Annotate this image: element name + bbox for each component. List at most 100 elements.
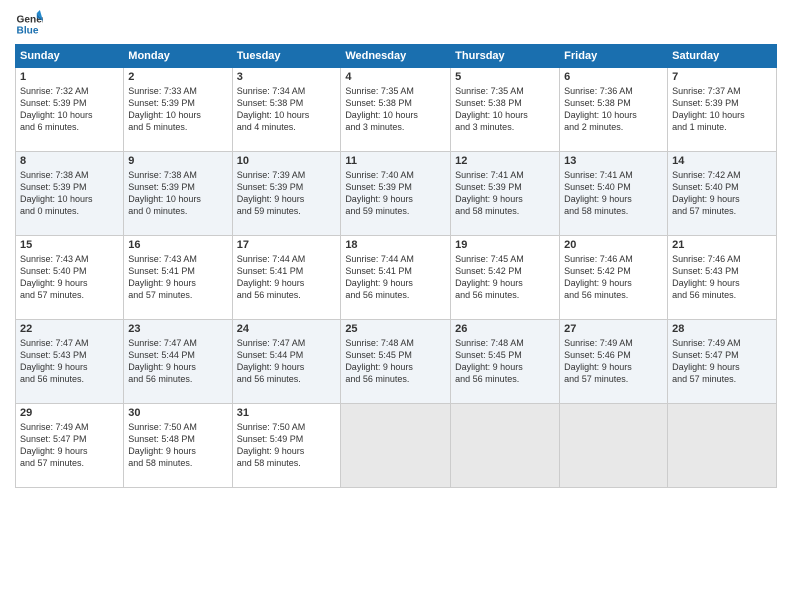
day-info: Sunrise: 7:47 AM Sunset: 5:43 PM Dayligh… [20,337,119,386]
day-info: Sunrise: 7:42 AM Sunset: 5:40 PM Dayligh… [672,169,772,218]
day-cell: 25Sunrise: 7:48 AM Sunset: 5:45 PM Dayli… [341,320,451,404]
day-cell: 17Sunrise: 7:44 AM Sunset: 5:41 PM Dayli… [232,236,341,320]
day-number: 24 [237,323,337,335]
week-row-5: 29Sunrise: 7:49 AM Sunset: 5:47 PM Dayli… [16,404,777,488]
day-number: 14 [672,155,772,167]
day-cell: 16 Sunrise: 7:43 AM Sunset: 5:41 PM Dayli… [124,236,232,320]
day-number: 1 [20,71,119,83]
day-number: 10 [237,155,337,167]
day-info: Sunrise: 7:41 AM Sunset: 5:39 PM Dayligh… [455,169,555,218]
day-number: 28 [672,323,772,335]
day-info: Sunrise: 7:49 AM Sunset: 5:47 PM Dayligh… [672,337,772,386]
col-header-wednesday: Wednesday [341,45,451,68]
day-number: 22 [20,323,119,335]
day-number: 16 [128,239,227,251]
day-info: Sunrise: 7:45 AM Sunset: 5:42 PM Dayligh… [455,253,555,302]
day-cell: 19Sunrise: 7:45 AM Sunset: 5:42 PM Dayli… [451,236,560,320]
day-number: 18 [345,239,446,251]
day-cell: 4 Sunrise: 7:35 AM Sunset: 5:38 PM Daylig… [341,68,451,152]
day-info: Sunrise: 7:47 AM Sunset: 5:44 PM Dayligh… [128,337,227,386]
day-cell: 3 Sunrise: 7:34 AM Sunset: 5:38 PM Daylig… [232,68,341,152]
day-info: Sunrise: 7:34 AM Sunset: 5:38 PM Dayligh… [237,85,337,134]
day-number: 6 [564,71,663,83]
day-info: Sunrise: 7:32 AM Sunset: 5:39 PM Dayligh… [20,85,119,134]
svg-text:Blue: Blue [17,25,39,36]
day-info: Sunrise: 7:47 AM Sunset: 5:44 PM Dayligh… [237,337,337,386]
day-cell: 6 Sunrise: 7:36 AM Sunset: 5:38 PM Daylig… [560,68,668,152]
day-number: 23 [128,323,227,335]
day-cell: 8 Sunrise: 7:38 AM Sunset: 5:39 PM Daylig… [16,152,124,236]
day-info: Sunrise: 7:38 AM Sunset: 5:39 PM Dayligh… [20,169,119,218]
day-info: Sunrise: 7:44 AM Sunset: 5:41 PM Dayligh… [345,253,446,302]
day-info: Sunrise: 7:35 AM Sunset: 5:38 PM Dayligh… [345,85,446,134]
col-header-tuesday: Tuesday [232,45,341,68]
day-info: Sunrise: 7:50 AM Sunset: 5:49 PM Dayligh… [237,421,337,470]
day-cell: 12Sunrise: 7:41 AM Sunset: 5:39 PM Dayli… [451,152,560,236]
calendar-table: SundayMondayTuesdayWednesdayThursdayFrid… [15,44,777,488]
header: General Blue [15,10,777,38]
day-cell: 7 Sunrise: 7:37 AM Sunset: 5:39 PM Daylig… [668,68,777,152]
week-row-1: 1 Sunrise: 7:32 AM Sunset: 5:39 PM Daylig… [16,68,777,152]
week-row-4: 22 Sunrise: 7:47 AM Sunset: 5:43 PM Dayli… [16,320,777,404]
day-number: 15 [20,239,119,251]
day-info: Sunrise: 7:49 AM Sunset: 5:46 PM Dayligh… [564,337,663,386]
day-cell: 9 Sunrise: 7:38 AM Sunset: 5:39 PM Daylig… [124,152,232,236]
day-info: Sunrise: 7:40 AM Sunset: 5:39 PM Dayligh… [345,169,446,218]
day-info: Sunrise: 7:39 AM Sunset: 5:39 PM Dayligh… [237,169,337,218]
day-number: 11 [345,155,446,167]
day-number: 30 [128,407,227,419]
day-cell [341,404,451,488]
col-header-sunday: Sunday [16,45,124,68]
day-cell: 22 Sunrise: 7:47 AM Sunset: 5:43 PM Dayli… [16,320,124,404]
day-cell: 20Sunrise: 7:46 AM Sunset: 5:42 PM Dayli… [560,236,668,320]
day-info: Sunrise: 7:50 AM Sunset: 5:48 PM Dayligh… [128,421,227,470]
day-number: 31 [237,407,337,419]
day-info: Sunrise: 7:38 AM Sunset: 5:39 PM Dayligh… [128,169,227,218]
day-info: Sunrise: 7:41 AM Sunset: 5:40 PM Dayligh… [564,169,663,218]
day-cell [560,404,668,488]
day-cell: 31 Sunrise: 7:50 AM Sunset: 5:49 PM Dayli… [232,404,341,488]
day-number: 20 [564,239,663,251]
logo: General Blue [15,10,43,38]
day-info: Sunrise: 7:37 AM Sunset: 5:39 PM Dayligh… [672,85,772,134]
col-header-monday: Monday [124,45,232,68]
day-number: 9 [128,155,227,167]
col-header-thursday: Thursday [451,45,560,68]
day-info: Sunrise: 7:46 AM Sunset: 5:43 PM Dayligh… [672,253,772,302]
day-cell: 14 Sunrise: 7:42 AM Sunset: 5:40 PM Dayli… [668,152,777,236]
day-number: 8 [20,155,119,167]
day-cell: 29Sunrise: 7:49 AM Sunset: 5:47 PM Dayli… [16,404,124,488]
day-cell: 10 Sunrise: 7:39 AM Sunset: 5:39 PM Dayli… [232,152,341,236]
day-number: 2 [128,71,227,83]
day-cell: 23 Sunrise: 7:47 AM Sunset: 5:44 PM Dayli… [124,320,232,404]
day-number: 17 [237,239,337,251]
day-cell: 28 Sunrise: 7:49 AM Sunset: 5:47 PM Dayli… [668,320,777,404]
day-info: Sunrise: 7:36 AM Sunset: 5:38 PM Dayligh… [564,85,663,134]
col-header-friday: Friday [560,45,668,68]
day-info: Sunrise: 7:48 AM Sunset: 5:45 PM Dayligh… [345,337,446,386]
day-info: Sunrise: 7:43 AM Sunset: 5:41 PM Dayligh… [128,253,227,302]
day-number: 4 [345,71,446,83]
day-number: 27 [564,323,663,335]
day-number: 13 [564,155,663,167]
day-cell: 27 Sunrise: 7:49 AM Sunset: 5:46 PM Dayli… [560,320,668,404]
day-cell: 24 Sunrise: 7:47 AM Sunset: 5:44 PM Dayli… [232,320,341,404]
day-cell: 11 Sunrise: 7:40 AM Sunset: 5:39 PM Dayli… [341,152,451,236]
day-cell: 13 Sunrise: 7:41 AM Sunset: 5:40 PM Dayli… [560,152,668,236]
day-info: Sunrise: 7:43 AM Sunset: 5:40 PM Dayligh… [20,253,119,302]
day-cell: 5 Sunrise: 7:35 AM Sunset: 5:38 PM Daylig… [451,68,560,152]
day-info: Sunrise: 7:49 AM Sunset: 5:47 PM Dayligh… [20,421,119,470]
day-number: 21 [672,239,772,251]
day-cell [668,404,777,488]
day-cell: 21 Sunrise: 7:46 AM Sunset: 5:43 PM Dayli… [668,236,777,320]
day-info: Sunrise: 7:48 AM Sunset: 5:45 PM Dayligh… [455,337,555,386]
day-cell: 2Sunrise: 7:33 AM Sunset: 5:39 PM Daylig… [124,68,232,152]
day-number: 3 [237,71,337,83]
page: General Blue SundayMondayTuesdayWednesda… [0,0,792,612]
day-cell: 1 Sunrise: 7:32 AM Sunset: 5:39 PM Daylig… [16,68,124,152]
header-row: SundayMondayTuesdayWednesdayThursdayFrid… [16,45,777,68]
day-cell: 30 Sunrise: 7:50 AM Sunset: 5:48 PM Dayli… [124,404,232,488]
day-number: 5 [455,71,555,83]
day-info: Sunrise: 7:35 AM Sunset: 5:38 PM Dayligh… [455,85,555,134]
day-number: 7 [672,71,772,83]
